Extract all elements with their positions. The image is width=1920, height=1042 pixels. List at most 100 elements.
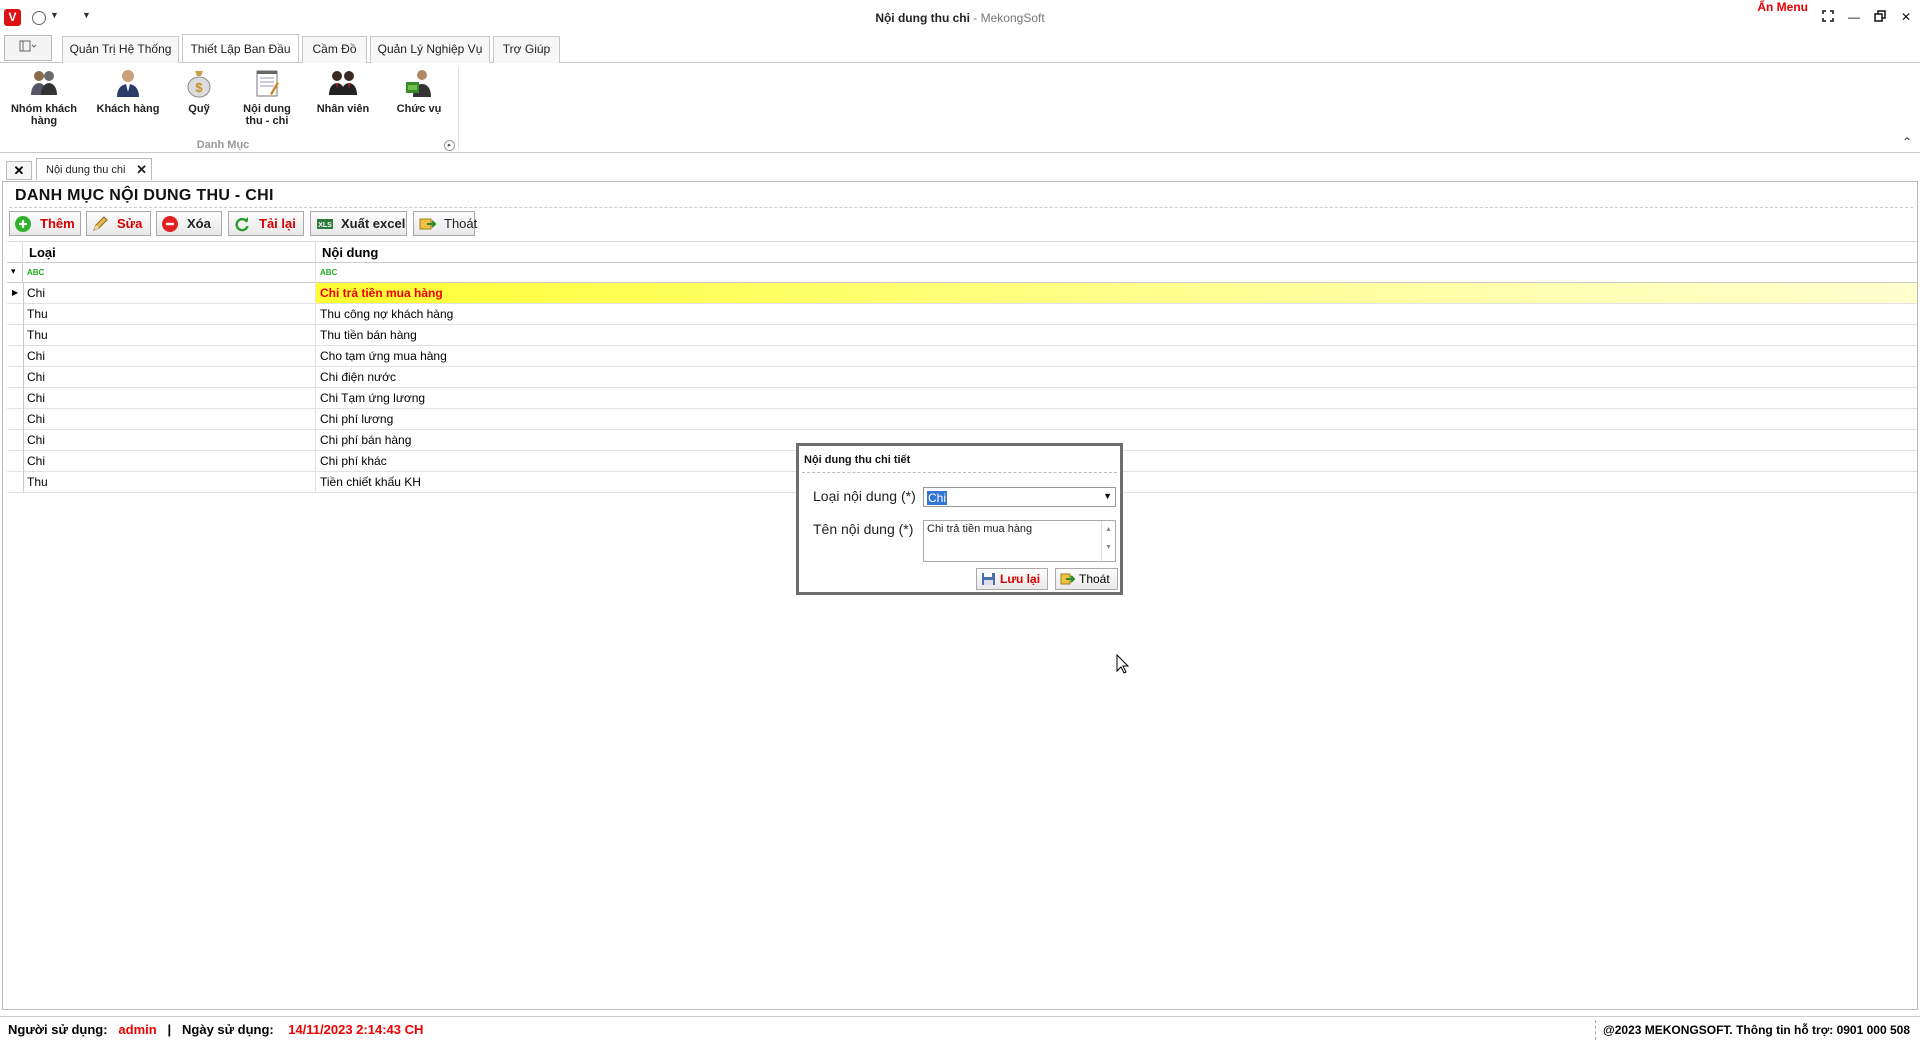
cell-type[interactable]: Chi (27, 367, 45, 387)
minimize-icon[interactable]: — (1846, 10, 1862, 24)
group-dialog-launcher-icon[interactable]: ▸ (444, 140, 455, 151)
column-divider (315, 283, 316, 304)
cell-content[interactable]: Chi điện nước (320, 367, 396, 387)
cell-type[interactable]: Chi (27, 388, 45, 408)
cell-type[interactable]: Thu (27, 304, 48, 324)
cell-content[interactable]: Thu công nợ khách hàng (320, 304, 453, 324)
page-title: DANH MỤC NỘI DUNG THU - CHI (15, 187, 274, 204)
filter-content-icon[interactable]: ABC (320, 268, 337, 277)
column-divider (315, 430, 316, 451)
tab-help[interactable]: Trợ Giúp (493, 36, 560, 63)
ribbon-customer-label: Khách hàng (96, 103, 160, 115)
filter-type-icon[interactable]: ABC (27, 268, 44, 277)
column-divider (315, 409, 316, 430)
application-menu-button[interactable] (4, 35, 52, 61)
column-divider (315, 346, 316, 367)
chevron-down-icon[interactable]: ▼ (1103, 491, 1112, 501)
ribbon-customer-group[interactable]: Nhóm khách hàng (6, 67, 82, 127)
add-button-label: Thêm (40, 216, 75, 231)
edit-button[interactable]: Sửa (86, 211, 151, 236)
exit-arrow-icon (1060, 572, 1076, 586)
column-header-type[interactable]: Loại (23, 242, 316, 264)
cell-type[interactable]: Thu (27, 325, 48, 345)
name-label: Tên nội dung (*) (813, 521, 914, 537)
table-row[interactable]: Chi Chi Tạm ứng lương (7, 388, 1917, 409)
cell-content[interactable]: Chi Tạm ứng lương (320, 388, 425, 408)
copyright-text: @2023 MEKONGSOFT. Thông tin hỗ trợ: 0901… (1603, 1023, 1910, 1037)
column-header-content[interactable]: Nội dung (316, 242, 1917, 264)
table-row[interactable]: Chi Chi điện nước (7, 367, 1917, 388)
tab-initial-setup[interactable]: Thiết Lập Ban Đầu (182, 34, 299, 62)
current-row-arrow-icon: ▶ (12, 288, 19, 297)
cell-type[interactable]: Chi (27, 283, 45, 303)
close-all-tabs-icon[interactable]: ✕ (6, 161, 32, 180)
cell-content[interactable]: Chi phí lương (320, 409, 393, 429)
tab-pawn[interactable]: Cầm Đồ (302, 36, 367, 63)
save-button-label: Lưu lại (1000, 572, 1041, 586)
name-textarea[interactable]: Chi trả tiền mua hàng ▲ ▼ (923, 520, 1116, 562)
export-excel-button-label: Xuất excel (341, 216, 406, 231)
column-divider (315, 325, 316, 346)
ribbon-income-expense-content[interactable]: Nội dung thu - chi (236, 67, 298, 127)
row-indicator-divider (23, 472, 24, 493)
ribbon-employee[interactable]: Nhân viên (310, 67, 376, 115)
window-brand: - MekongSoft (969, 11, 1045, 25)
status-separator (1595, 1020, 1596, 1040)
user-value: admin (118, 1022, 157, 1037)
cell-content[interactable]: Thu tiền bán hàng (320, 325, 417, 345)
table-row[interactable]: ▶ Chi Chi trả tiền mua hàng (7, 283, 1917, 304)
cell-content[interactable]: Tiền chiết khấu KH (320, 472, 421, 492)
auto-filter-row: ▾ ABC ABC (7, 263, 1917, 283)
table-row[interactable]: Chi Cho tạm ứng mua hàng (7, 346, 1917, 367)
ribbon-customer[interactable]: Khách hàng (92, 67, 164, 115)
cell-content[interactable]: Chi phí bán hàng (320, 430, 411, 450)
row-highlight (316, 283, 1917, 303)
doc-tab-income-expense[interactable]: Nội dung thu chi ✕ (36, 158, 152, 180)
cell-type[interactable]: Chi (27, 409, 45, 429)
tab-business-management[interactable]: Quản Lý Nghiệp Vụ (370, 36, 490, 63)
cell-content[interactable]: Cho tạm ứng mua hàng (320, 346, 447, 366)
hide-menu-link[interactable]: Ẩn Menu (1757, 0, 1808, 14)
add-button[interactable]: Thêm (9, 211, 81, 236)
cell-type[interactable]: Thu (27, 472, 48, 492)
table-row[interactable]: Thu Thu tiền bán hàng (7, 325, 1917, 346)
date-value: 14/11/2023 2:14:43 CH (288, 1022, 424, 1037)
cell-content[interactable]: Chi trả tiền mua hàng (320, 283, 443, 303)
floppy-icon (981, 572, 996, 586)
cell-type[interactable]: Chi (27, 346, 45, 366)
ribbon-employee-label: Nhân viên (316, 103, 370, 115)
fullscreen-icon[interactable] (1820, 10, 1836, 24)
row-indicator-divider (23, 283, 24, 304)
mouse-cursor-icon (1116, 653, 1130, 677)
table-row[interactable]: Thu Thu công nợ khách hàng (7, 304, 1917, 325)
dialog-exit-button[interactable]: Thoát (1055, 568, 1118, 590)
exit-button[interactable]: Thoát (413, 211, 478, 236)
plus-icon (15, 216, 31, 232)
row-indicator-header (7, 242, 23, 264)
save-button[interactable]: Lưu lại (976, 568, 1048, 590)
grid-header: Loại Nội dung (7, 241, 1917, 264)
detail-dialog: Nội dung thu chi tiết Loại nội dung (*) … (796, 443, 1123, 595)
ribbon-fund[interactable]: $ Quỹ (178, 67, 220, 115)
exit-button-label: Thoát (444, 216, 478, 231)
ribbon-position[interactable]: Chức vụ (392, 67, 446, 115)
table-row[interactable]: Chi Chi phí lương (7, 409, 1917, 430)
edit-button-label: Sửa (117, 216, 143, 231)
close-tab-icon[interactable]: ✕ (136, 159, 147, 181)
export-excel-button[interactable]: XLS Xuất excel (310, 211, 407, 236)
cell-type[interactable]: Chi (27, 430, 45, 450)
restore-icon[interactable] (1872, 10, 1888, 24)
type-select[interactable]: Chi ▼ (923, 487, 1116, 507)
reload-button[interactable]: Tải lại (228, 211, 304, 236)
row-indicator-divider (23, 346, 24, 367)
collapse-ribbon-icon[interactable]: ⌃ (1902, 135, 1912, 149)
minus-icon (162, 216, 178, 232)
textarea-scrollbar[interactable]: ▲ ▼ (1101, 521, 1115, 561)
tab-system-admin[interactable]: Quản Trị Hệ Thống (62, 36, 179, 63)
cell-content[interactable]: Chi phí khác (320, 451, 387, 471)
cell-type[interactable]: Chi (27, 451, 45, 471)
title-bar: V ▼ ▼ Nội dung thu chi - MekongSoft Ẩn M… (0, 0, 1920, 34)
status-bar: Người sử dụng: admin | Ngày sử dụng: 14/… (0, 1016, 1920, 1042)
delete-button[interactable]: Xóa (156, 211, 222, 236)
close-window-icon[interactable]: ✕ (1898, 10, 1914, 24)
